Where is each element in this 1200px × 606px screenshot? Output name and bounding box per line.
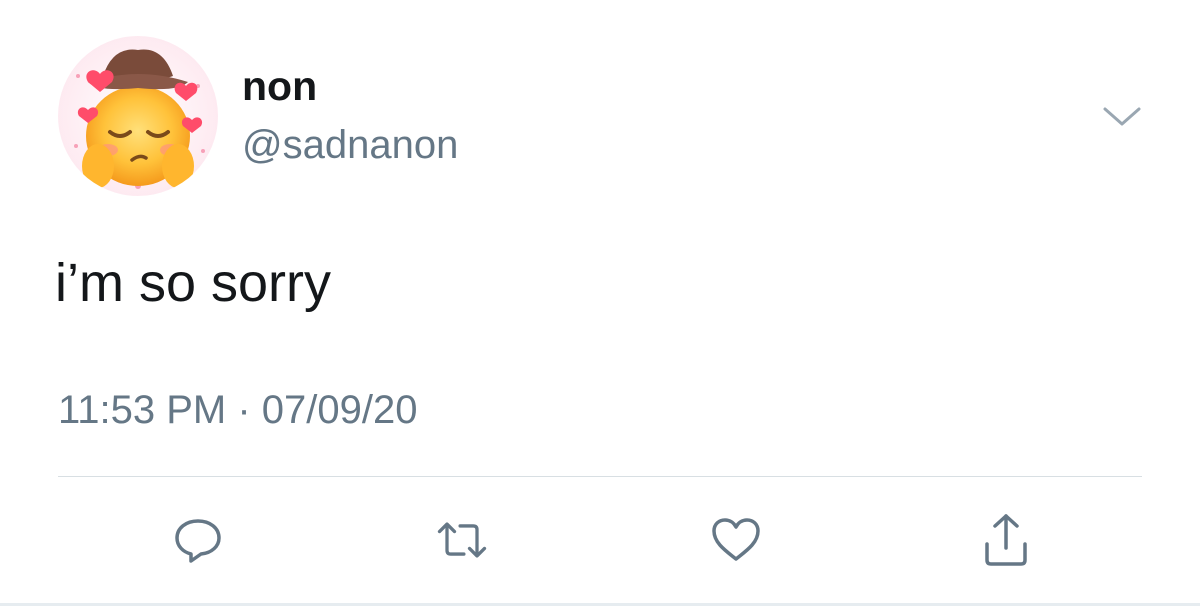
chevron-down-icon xyxy=(1103,107,1141,126)
user-handle[interactable]: @sadnanon xyxy=(242,125,458,165)
reply-icon xyxy=(175,519,221,563)
tweet-card: non @sadnanon i’m so sorry 11:53 PM · 07… xyxy=(0,0,1200,606)
tweet-menu-button[interactable] xyxy=(1099,100,1145,130)
share-icon xyxy=(985,514,1027,566)
heart-icon xyxy=(712,518,760,561)
like-button[interactable] xyxy=(706,510,766,570)
divider xyxy=(58,476,1142,477)
tweet-timestamp[interactable]: 11:53 PM · 07/09/20 xyxy=(58,390,418,430)
retweet-button[interactable] xyxy=(432,510,492,570)
retweet-icon xyxy=(437,522,487,558)
tweet-text: i’m so sorry xyxy=(55,253,332,313)
avatar[interactable] xyxy=(58,36,218,196)
share-button[interactable] xyxy=(976,510,1036,570)
emoji-avatar-image xyxy=(58,36,218,196)
reply-button[interactable] xyxy=(168,510,228,570)
display-name[interactable]: non xyxy=(242,66,317,107)
